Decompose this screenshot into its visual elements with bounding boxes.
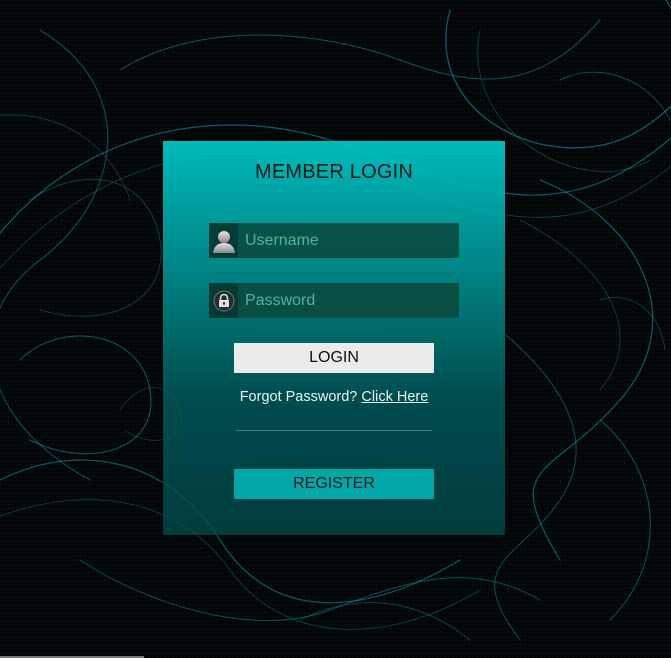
username-field <box>209 223 459 258</box>
register-button[interactable]: REGISTER <box>234 469 434 499</box>
forgot-password-text: Forgot Password? <box>239 389 358 405</box>
lock-icon <box>209 283 238 318</box>
forgot-password-row: Forgot Password? Click Here <box>163 389 505 405</box>
password-field <box>209 283 459 318</box>
login-page: MEMBER LOGIN Username LOGIN Forgot Passw… <box>0 0 671 658</box>
forgot-password-link[interactable]: Click Here <box>361 389 428 405</box>
login-title: MEMBER LOGIN <box>255 161 413 183</box>
login-card: MEMBER LOGIN Username LOGIN Forgot Passw… <box>163 141 505 535</box>
login-button[interactable]: LOGIN <box>234 343 434 373</box>
user-icon <box>209 223 238 258</box>
password-input[interactable] <box>238 284 459 317</box>
divider <box>236 430 432 431</box>
username-input[interactable] <box>238 224 459 257</box>
